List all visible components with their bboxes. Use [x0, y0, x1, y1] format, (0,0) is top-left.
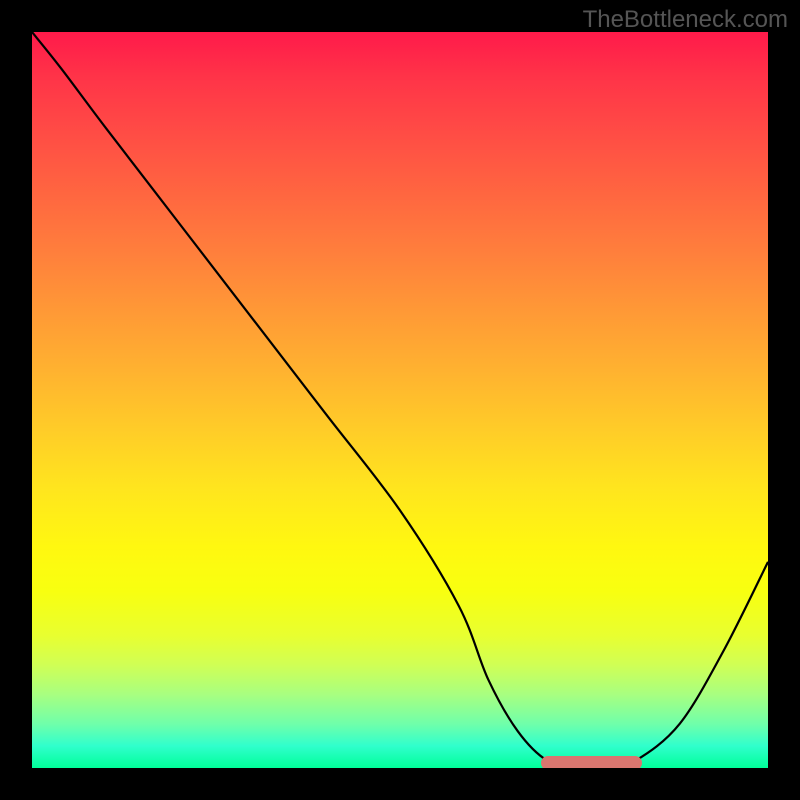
- bottleneck-curve: [32, 32, 768, 768]
- optimal-range-marker: [541, 756, 641, 768]
- chart-plot-area: [32, 32, 768, 768]
- watermark-text: TheBottleneck.com: [583, 6, 788, 34]
